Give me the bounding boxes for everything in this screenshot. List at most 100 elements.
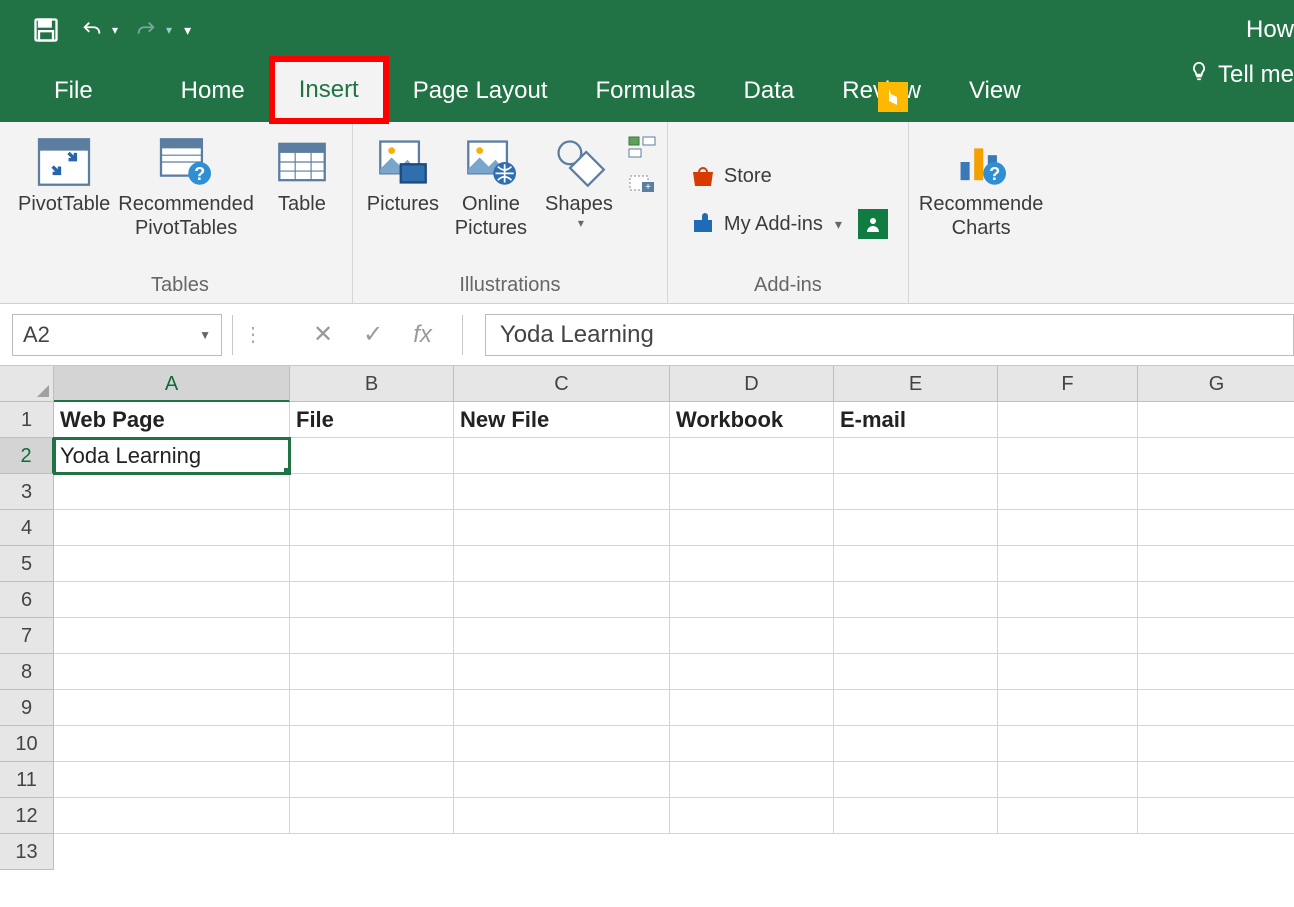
cell-B2[interactable] <box>290 438 454 474</box>
col-head-A[interactable]: A <box>54 366 290 402</box>
cell-D2[interactable] <box>670 438 834 474</box>
col-head-D[interactable]: D <box>670 366 834 402</box>
col-head-B[interactable]: B <box>290 366 454 402</box>
cell-G3[interactable] <box>1138 474 1294 510</box>
cell-D12[interactable] <box>670 798 834 834</box>
cell-G4[interactable] <box>1138 510 1294 546</box>
cell-G9[interactable] <box>1138 690 1294 726</box>
cell-B9[interactable] <box>290 690 454 726</box>
people-graph-icon[interactable] <box>858 209 888 239</box>
cell-C9[interactable] <box>454 690 670 726</box>
tab-insert[interactable]: Insert <box>269 56 389 124</box>
cell-C8[interactable] <box>454 654 670 690</box>
table-button[interactable]: Table <box>262 126 342 216</box>
row-head-2[interactable]: 2 <box>0 438 54 474</box>
col-head-C[interactable]: C <box>454 366 670 402</box>
cell-E1[interactable]: E-mail <box>834 402 998 438</box>
recommended-pivot-button[interactable]: ? Recommended PivotTables <box>118 126 254 240</box>
cell-F3[interactable] <box>998 474 1138 510</box>
cell-E6[interactable] <box>834 582 998 618</box>
cell-A8[interactable] <box>54 654 290 690</box>
cell-B11[interactable] <box>290 762 454 798</box>
cell-G6[interactable] <box>1138 582 1294 618</box>
undo-dropdown-icon[interactable]: ▾ <box>112 23 118 37</box>
cell-C6[interactable] <box>454 582 670 618</box>
cell-G1[interactable] <box>1138 402 1294 438</box>
row-head-13[interactable]: 13 <box>0 834 54 870</box>
store-button[interactable]: Store <box>688 161 772 191</box>
cell-C3[interactable] <box>454 474 670 510</box>
cell-F10[interactable] <box>998 726 1138 762</box>
cell-E12[interactable] <box>834 798 998 834</box>
cell-A11[interactable] <box>54 762 290 798</box>
cell-E10[interactable] <box>834 726 998 762</box>
cell-G5[interactable] <box>1138 546 1294 582</box>
cell-D6[interactable] <box>670 582 834 618</box>
row-head-5[interactable]: 5 <box>0 546 54 582</box>
cell-D11[interactable] <box>670 762 834 798</box>
cell-C7[interactable] <box>454 618 670 654</box>
cell-C1[interactable]: New File <box>454 402 670 438</box>
tab-data[interactable]: Data <box>720 60 819 122</box>
tab-home[interactable]: Home <box>157 60 269 122</box>
cell-G10[interactable] <box>1138 726 1294 762</box>
cell-A7[interactable] <box>54 618 290 654</box>
cell-D8[interactable] <box>670 654 834 690</box>
cell-F7[interactable] <box>998 618 1138 654</box>
cell-E7[interactable] <box>834 618 998 654</box>
cell-B4[interactable] <box>290 510 454 546</box>
cell-B8[interactable] <box>290 654 454 690</box>
cell-A6[interactable] <box>54 582 290 618</box>
online-pictures-button[interactable]: Online Pictures <box>451 126 531 240</box>
row-head-11[interactable]: 11 <box>0 762 54 798</box>
tell-me-search[interactable]: Tell me <box>1188 60 1294 89</box>
cell-C11[interactable] <box>454 762 670 798</box>
cell-G12[interactable] <box>1138 798 1294 834</box>
formula-drag-icon[interactable]: ⋮ <box>243 322 263 347</box>
cell-C4[interactable] <box>454 510 670 546</box>
cell-E9[interactable] <box>834 690 998 726</box>
pictures-button[interactable]: Pictures <box>363 126 443 216</box>
row-head-9[interactable]: 9 <box>0 690 54 726</box>
cell-C5[interactable] <box>454 546 670 582</box>
cell-F12[interactable] <box>998 798 1138 834</box>
cell-F11[interactable] <box>998 762 1138 798</box>
cell-B10[interactable] <box>290 726 454 762</box>
cell-D5[interactable] <box>670 546 834 582</box>
col-head-E[interactable]: E <box>834 366 998 402</box>
cell-A5[interactable] <box>54 546 290 582</box>
smartart-icon[interactable] <box>627 132 657 162</box>
recommended-charts-button[interactable]: ? Recommende Charts <box>919 126 1044 240</box>
cell-E8[interactable] <box>834 654 998 690</box>
cell-A3[interactable] <box>54 474 290 510</box>
cell-D4[interactable] <box>670 510 834 546</box>
select-all-corner[interactable] <box>0 366 54 402</box>
name-box[interactable]: A2 ▼ <box>12 314 222 356</box>
my-addins-button[interactable]: My Add-ins ▾ <box>688 209 888 239</box>
cell-A2[interactable]: Yoda Learning <box>54 438 290 474</box>
cell-A9[interactable] <box>54 690 290 726</box>
pivot-table-button[interactable]: PivotTable <box>18 126 110 216</box>
cell-G7[interactable] <box>1138 618 1294 654</box>
cell-F2[interactable] <box>998 438 1138 474</box>
cell-D3[interactable] <box>670 474 834 510</box>
cell-D9[interactable] <box>670 690 834 726</box>
save-icon[interactable] <box>30 14 62 46</box>
undo-icon[interactable] <box>76 14 108 46</box>
cell-C10[interactable] <box>454 726 670 762</box>
cell-C12[interactable] <box>454 798 670 834</box>
cell-E3[interactable] <box>834 474 998 510</box>
screenshot-icon[interactable]: + <box>627 168 657 198</box>
name-box-dropdown-icon[interactable]: ▼ <box>199 328 211 342</box>
cell-B7[interactable] <box>290 618 454 654</box>
row-head-4[interactable]: 4 <box>0 510 54 546</box>
row-head-7[interactable]: 7 <box>0 618 54 654</box>
cell-B1[interactable]: File <box>290 402 454 438</box>
cell-G8[interactable] <box>1138 654 1294 690</box>
cell-F6[interactable] <box>998 582 1138 618</box>
formula-input[interactable]: Yoda Learning <box>485 314 1294 356</box>
cell-F8[interactable] <box>998 654 1138 690</box>
cell-A12[interactable] <box>54 798 290 834</box>
cell-C2[interactable] <box>454 438 670 474</box>
bing-maps-icon[interactable] <box>878 82 908 112</box>
